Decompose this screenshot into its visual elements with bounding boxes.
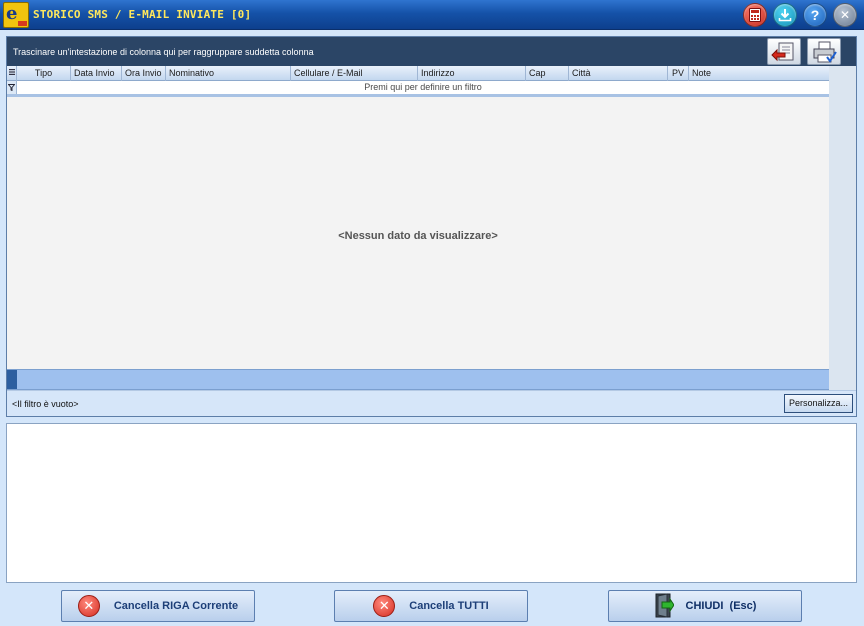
close-window-button[interactable]: ✕ — [833, 3, 857, 27]
delete-all-label: Cancella TUTTI — [409, 600, 489, 612]
title-bar: e STORICO SMS / E-MAIL INVIATE [0] ? ✕ — [0, 0, 864, 30]
group-by-box[interactable]: Trascinare un'intestazione di colonna qu… — [7, 37, 856, 66]
delete-current-row-label: Cancella RIGA Corrente — [113, 600, 239, 612]
vertical-scroll-area[interactable] — [829, 66, 856, 397]
close-label: CHIUDI (Esc) — [685, 600, 757, 612]
column-header-pv[interactable]: PV — [668, 66, 689, 81]
calculator-button[interactable] — [743, 3, 767, 27]
column-header-data-invio[interactable]: Data Invio — [71, 66, 122, 81]
help-icon: ? — [810, 7, 820, 23]
customize-button[interactable]: Personalizza... — [784, 394, 853, 413]
column-header-nominativo[interactable]: Nominativo — [166, 66, 291, 81]
column-header-row: Tipo Data Invio Ora Invio Nominativo Cel… — [7, 66, 829, 81]
app-logo-icon: e — [3, 2, 29, 28]
help-button[interactable]: ? — [803, 3, 827, 27]
delete-current-row-button[interactable]: ✕ Cancella RIGA Corrente — [61, 590, 255, 622]
message-detail-memo[interactable] — [6, 423, 857, 583]
filter-prompt[interactable]: Premi qui per definire un filtro — [17, 81, 829, 94]
export-icon — [771, 42, 794, 61]
column-header-cap[interactable]: Cap — [526, 66, 569, 81]
window-title: STORICO SMS / E-MAIL INVIATE [0] — [33, 8, 252, 21]
column-header-citta[interactable]: Città — [569, 66, 668, 81]
delete-icon: ✕ — [77, 595, 100, 617]
grid-panel: Trascinare un'intestazione di colonna qu… — [6, 36, 857, 417]
column-header-ora-invio[interactable]: Ora Invio — [122, 66, 166, 81]
filter-row[interactable]: Premi qui per definire un filtro — [7, 81, 829, 97]
footer-row-indicator — [7, 370, 17, 389]
column-header-note[interactable]: Note — [689, 66, 829, 81]
column-header-cellulare-email[interactable]: Cellulare / E-Mail — [291, 66, 418, 81]
column-chooser-icon[interactable] — [7, 66, 17, 81]
close-icon: ✕ — [839, 8, 851, 22]
download-icon — [778, 9, 792, 22]
column-header-indirizzo[interactable]: Indirizzo — [418, 66, 526, 81]
print-button[interactable] — [807, 38, 841, 65]
filter-icon — [7, 81, 17, 94]
download-button[interactable] — [773, 3, 797, 27]
delete-all-button[interactable]: ✕ Cancella TUTTI — [334, 590, 528, 622]
grid-footer-band — [7, 369, 829, 390]
filter-status-text: <Il filtro è vuoto> — [12, 399, 79, 409]
printer-icon — [813, 41, 837, 63]
filter-status-bar: <Il filtro è vuoto> Personalizza... — [7, 390, 856, 416]
exit-door-icon — [655, 593, 674, 618]
column-header-tipo[interactable]: Tipo — [17, 66, 71, 81]
close-button[interactable]: CHIUDI (Esc) — [608, 590, 802, 622]
empty-grid-message: <Nessun dato da visualizzare> — [338, 230, 498, 242]
group-by-prompt: Trascinare un'intestazione di colonna qu… — [13, 47, 314, 57]
calculator-icon — [749, 8, 761, 22]
delete-icon: ✕ — [373, 595, 396, 617]
export-button[interactable] — [767, 38, 801, 65]
